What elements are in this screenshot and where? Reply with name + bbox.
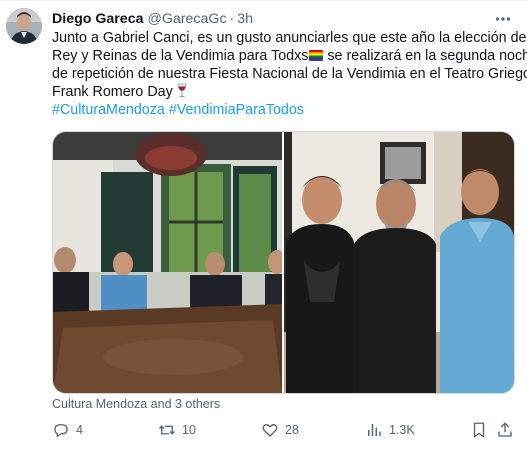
bookmark-button[interactable]	[470, 421, 488, 439]
views-icon	[368, 424, 381, 436]
like-count: 28	[285, 423, 299, 437]
tweet-text-line-4-text: Frank Romero Day	[52, 84, 173, 100]
wine-glass-icon	[177, 83, 187, 98]
tweet-timestamp[interactable]: 3h	[237, 11, 253, 27]
tweet-text-line-2: Rey y Reinas de la Vendimia para Todxs s…	[52, 47, 527, 65]
tweet-text-line-3: de repetición de nuestra Fiesta Nacional…	[52, 66, 527, 82]
photo-left[interactable]	[53, 132, 282, 393]
more-dots-icon	[495, 17, 511, 21]
tweet-text-line-2-end: se realizará en la segunda noche	[323, 48, 527, 64]
tweet-actions-bar: 4 10 28 1.3K	[52, 421, 514, 443]
tweet-text-line-4: Frank Romero Day	[52, 83, 514, 101]
share-icon	[498, 422, 512, 437]
retweet-button[interactable]: 10	[158, 421, 196, 439]
author-avatar[interactable]	[6, 8, 42, 44]
hashtags-link[interactable]: #CulturaMendoza #VendimiaParaTodos	[52, 101, 514, 119]
media-grid	[52, 131, 515, 394]
header-separator: ·	[229, 11, 235, 27]
more-options-button[interactable]	[493, 9, 513, 29]
share-button[interactable]	[496, 421, 514, 439]
tweet-card[interactable]: Diego Gareca @GarecaGc · 3h Junto a Gabr…	[0, 0, 527, 449]
like-button[interactable]: 28	[261, 421, 299, 439]
tagged-users-link[interactable]: Cultura Mendoza and 3 others	[52, 397, 220, 411]
retweet-icon	[159, 425, 175, 435]
author-name[interactable]: Diego Gareca	[52, 11, 143, 27]
tweet-text: Junto a Gabriel Canci, es un gusto anunc…	[52, 29, 527, 119]
bookmark-icon	[473, 422, 485, 438]
views-button[interactable]: 1.3K	[365, 421, 415, 439]
heart-icon	[262, 424, 278, 437]
retweet-count: 10	[182, 423, 196, 437]
photo-right[interactable]	[284, 132, 514, 393]
reply-icon	[54, 424, 68, 438]
reply-count: 4	[76, 423, 83, 437]
reply-button[interactable]: 4	[52, 421, 83, 439]
rainbow-flag-icon	[309, 50, 324, 61]
meeting-photo-image	[53, 132, 282, 393]
tweet-text-line-1: Junto a Gabriel Canci, es un gusto anunc…	[52, 30, 527, 46]
tweet-header: Diego Gareca @GarecaGc · 3h	[52, 10, 253, 28]
tweet-text-line-2-start: Rey y Reinas de la Vendimia para Todxs	[52, 48, 309, 64]
views-count: 1.3K	[389, 423, 415, 437]
standing-photo-image	[284, 132, 514, 393]
author-handle[interactable]: @GarecaGc	[147, 11, 226, 27]
